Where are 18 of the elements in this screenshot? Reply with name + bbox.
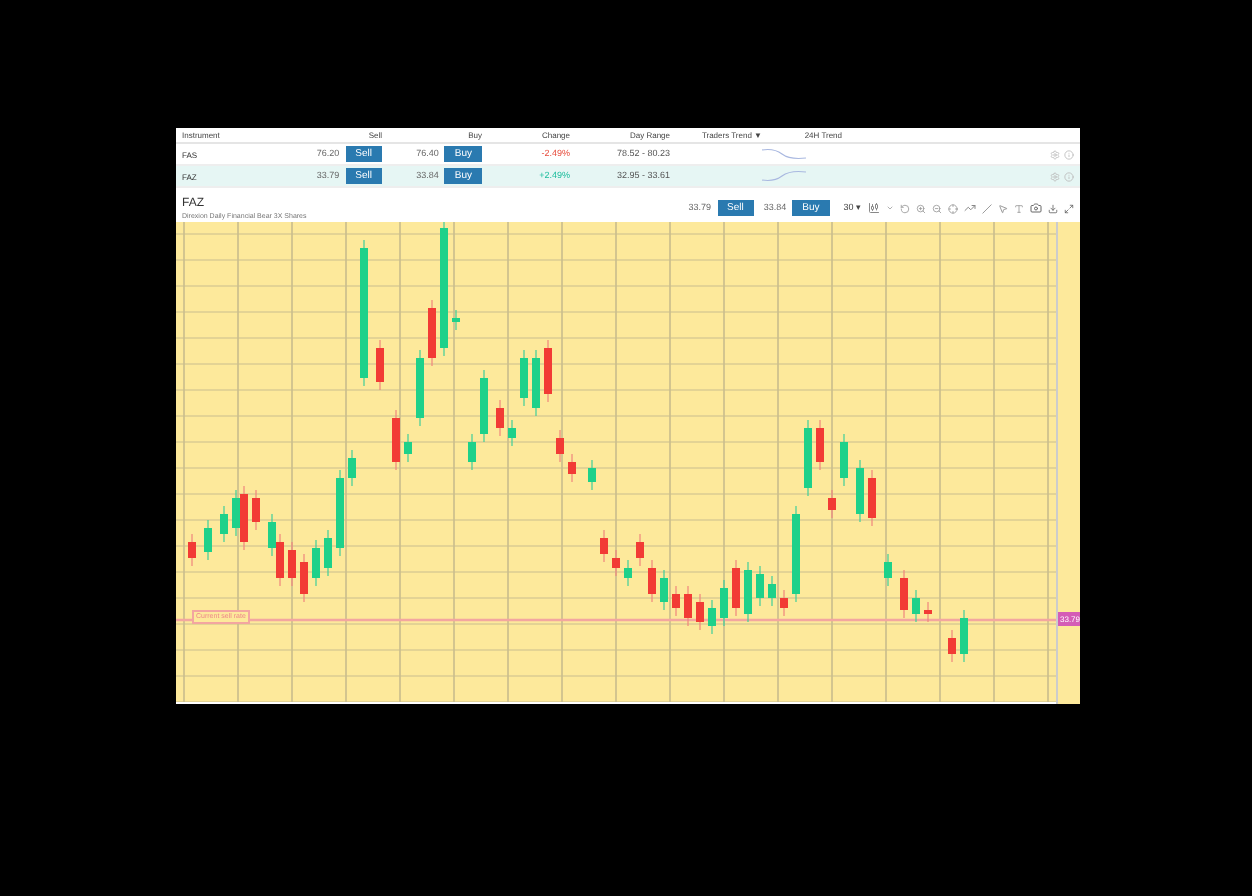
- zoom-out-icon[interactable]: [932, 203, 942, 213]
- download-icon[interactable]: [1048, 203, 1058, 213]
- pointer-icon[interactable]: [998, 203, 1008, 213]
- info-icon[interactable]: [1064, 171, 1074, 181]
- settings-icon[interactable]: [1050, 171, 1060, 181]
- fullscreen-icon[interactable]: [1064, 203, 1074, 213]
- trend-sparkline-drawing: [762, 168, 806, 184]
- crosshair-icon[interactable]: [948, 203, 958, 213]
- settings-icon[interactable]: [1050, 149, 1060, 159]
- info-icon[interactable]: [1064, 149, 1074, 159]
- candlestick-icon[interactable]: [868, 202, 880, 214]
- zoom-in-icon[interactable]: [916, 203, 926, 213]
- text-tool-icon[interactable]: [1014, 203, 1024, 213]
- reset-icon[interactable]: [900, 203, 910, 213]
- line-tool-icon[interactable]: [982, 203, 992, 213]
- trend-line-icon[interactable]: [964, 202, 976, 214]
- trend-sparkline-drawing: [762, 146, 806, 162]
- camera-icon[interactable]: [1030, 202, 1042, 214]
